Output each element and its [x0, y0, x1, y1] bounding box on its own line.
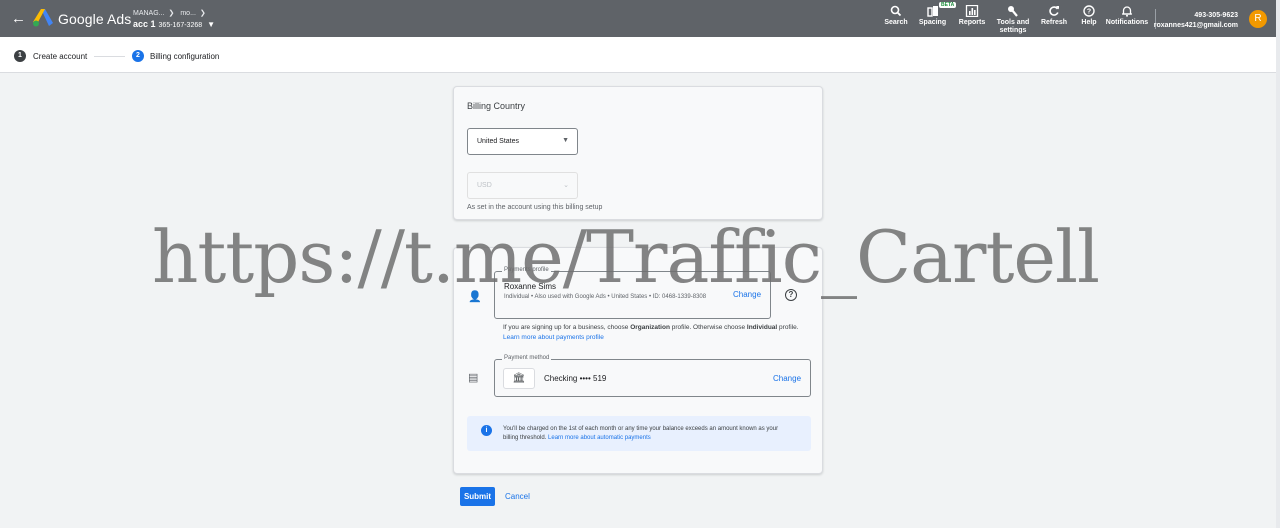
chevron-down-icon: ⌄ [563, 182, 569, 189]
spacing-button[interactable]: Spacing [918, 5, 947, 27]
progress-stepper: 1 Create account 2 Billing configuration [0, 37, 1276, 73]
account-selector[interactable]: acc 1 365-167-3268 ▼ [133, 19, 215, 29]
chevron-right-icon: ❯ [199, 10, 206, 17]
refresh-button[interactable]: Refresh [1040, 5, 1068, 27]
tool-label: Spacing [918, 19, 947, 26]
customer-id: 493-305-9623 [1194, 12, 1238, 19]
step-number: 1 [14, 50, 26, 62]
note-text: If you are signing up for a business, ch… [503, 324, 631, 331]
currency-select: USD ⌄ [467, 172, 578, 199]
bell-icon [1122, 6, 1132, 17]
country-value: United States [477, 138, 520, 145]
tool-label: Help [1081, 19, 1097, 26]
notifications-button[interactable]: Notifications [1105, 5, 1149, 27]
field-legend: Payment method [502, 355, 552, 361]
change-payment-method-link[interactable]: Change [773, 374, 801, 383]
search-button[interactable]: Search [884, 5, 908, 27]
reports-icon [965, 5, 979, 17]
top-app-bar: ← Google Ads MANAG... ❯ mo... ❯ acc 1 365-1… [0, 0, 1276, 37]
brand-name: Google Ads [58, 11, 132, 27]
google-ads-logo [33, 9, 53, 27]
step-number: 2 [132, 50, 144, 62]
currency-value: USD [477, 182, 492, 189]
step-label-create-account: Create account [33, 52, 88, 61]
step-label-billing-configuration: Billing configuration [150, 52, 220, 61]
billing-info-box: i You'll be charged on the 1st of each m… [467, 416, 811, 451]
help-icon: ? [1083, 5, 1095, 17]
step-connector [94, 56, 125, 57]
learn-more-profile-link[interactable]: Learn more about payments profile [503, 334, 604, 341]
user-email: roxannes421@gmail.com [1153, 22, 1238, 29]
note-text: profile. Otherwise choose [669, 324, 747, 331]
account-name: acc 1 [133, 19, 156, 29]
payment-method-field[interactable]: Payment method 🏛 Checking •••• 519 Chang… [494, 355, 811, 397]
tool-label: Refresh [1040, 19, 1068, 26]
note-individual: Individual [746, 324, 778, 331]
credit-card-icon: ▤ [468, 372, 479, 384]
watermark-text: https://t.me/Traffic_Cartell [152, 215, 1100, 299]
breadcrumb-item[interactable]: MANAG... [133, 10, 165, 17]
currency-hint: As set in the account using this billing… [467, 204, 603, 211]
billing-country-card: Billing Country United States ▼ USD ⌄ As… [453, 86, 823, 220]
note-organization: Organization [630, 324, 670, 331]
card-title: Billing Country [467, 101, 526, 111]
help-button[interactable]: ? Help [1078, 5, 1100, 27]
tool-label: Tools and settings [996, 19, 1030, 34]
breadcrumb[interactable]: MANAG... ❯ mo... ❯ [133, 9, 210, 17]
tool-label: Search [884, 19, 908, 26]
info-icon: i [481, 425, 492, 436]
bank-icon: 🏛 [503, 368, 535, 389]
learn-more-payments-link[interactable]: Learn more about automatic payments [548, 435, 651, 441]
scrollbar[interactable] [1276, 0, 1280, 528]
chevron-right-icon: ❯ [168, 10, 175, 17]
reports-button[interactable]: Reports [957, 5, 987, 27]
spacing-icon [926, 6, 938, 17]
tool-label: Notifications [1105, 19, 1149, 26]
caret-down-icon: ▼ [207, 20, 216, 29]
wrench-icon [1008, 6, 1018, 17]
payment-method-label: Checking •••• 519 [544, 374, 607, 383]
tools-and-settings-button[interactable]: Tools and settings [995, 5, 1031, 35]
account-number: 365-167-3268 [158, 22, 203, 29]
profile-note: If you are signing up for a business, ch… [503, 323, 803, 343]
account-identity[interactable]: 493-305-9623 roxannes421@gmail.com [1154, 11, 1238, 31]
billing-info-text: You'll be charged on the 1st of each mon… [503, 425, 793, 443]
cancel-button[interactable]: Cancel [505, 492, 530, 501]
note-text: profile. [777, 324, 799, 331]
avatar[interactable]: R [1249, 10, 1267, 28]
back-arrow-icon[interactable]: ← [11, 10, 26, 27]
svg-text:?: ? [1087, 9, 1091, 16]
tool-label: Reports [958, 19, 986, 26]
submit-button[interactable]: Submit [460, 487, 495, 506]
breadcrumb-item[interactable]: mo... [180, 10, 196, 17]
search-icon [890, 5, 902, 17]
caret-down-icon: ▼ [562, 137, 569, 144]
refresh-icon [1049, 6, 1059, 16]
country-select[interactable]: United States ▼ [467, 128, 578, 155]
